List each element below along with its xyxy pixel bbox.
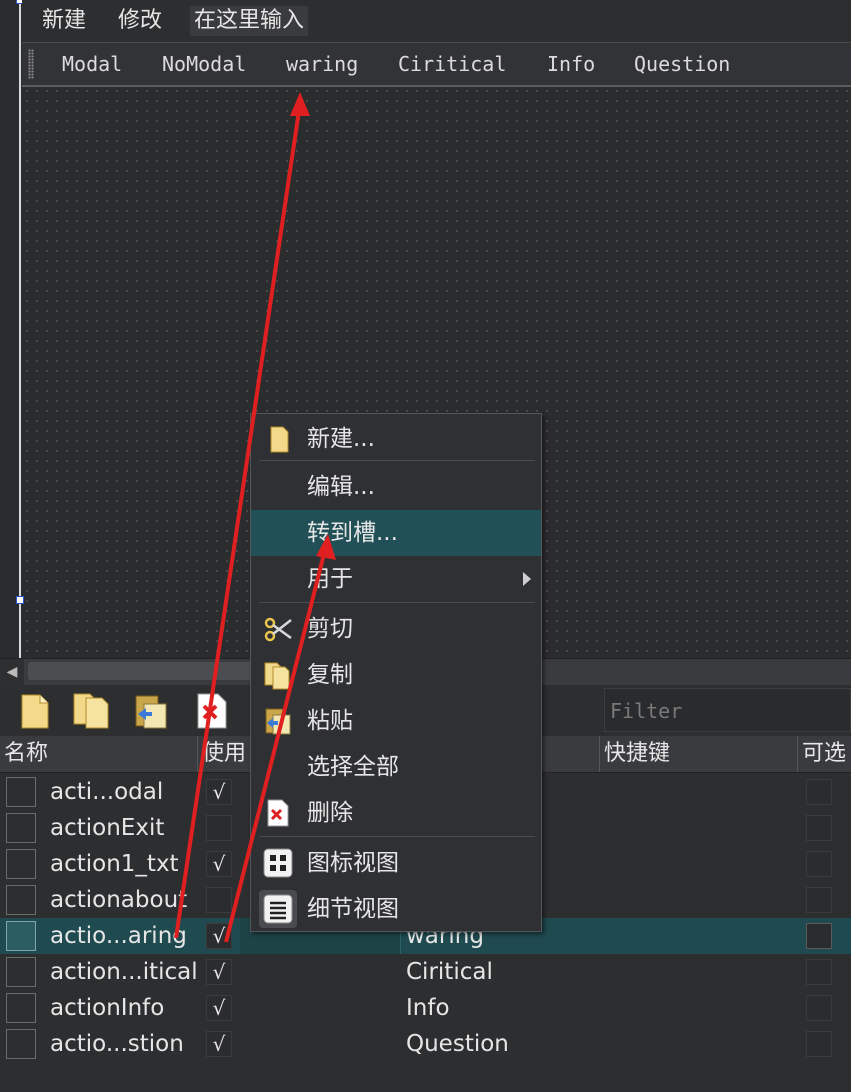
- menu-item-label: 剪切: [307, 616, 353, 642]
- toolbar-action-nomodal[interactable]: NoModal: [162, 52, 246, 76]
- action-icon-placeholder: [6, 885, 36, 915]
- new-file-icon[interactable]: [16, 692, 56, 730]
- checkable-checkbox[interactable]: [806, 959, 832, 985]
- menu-separator: [259, 460, 535, 461]
- action-name: actionInfo: [50, 995, 165, 1021]
- action-icon-placeholder: [6, 849, 36, 879]
- context-menu: 新建... 编辑... 转到槽... 用于 剪切 复制 粘贴 选择全部 删除 图…: [250, 413, 542, 932]
- used-checkbox[interactable]: √: [206, 995, 232, 1021]
- new-file-icon: [263, 424, 293, 454]
- menu-item-icon-view[interactable]: 图标视图: [251, 840, 541, 886]
- menu-type-here[interactable]: 在这里输入: [190, 6, 309, 36]
- scroll-left-arrow-icon[interactable]: ◀: [0, 659, 24, 685]
- toolbar-action-info[interactable]: Info: [547, 52, 595, 76]
- used-checkbox[interactable]: √: [206, 779, 232, 805]
- menu-item-label: 新建...: [307, 426, 375, 452]
- action-icon-placeholder: [6, 777, 36, 807]
- toolbar-action-waring[interactable]: waring: [286, 52, 358, 76]
- action-name: actionabout: [50, 887, 188, 913]
- filter-input[interactable]: Filter: [604, 688, 851, 732]
- toolbar-grip-handle[interactable]: [28, 49, 34, 79]
- menu-item-label: 选择全部: [307, 754, 399, 780]
- toolbar-action-question[interactable]: Question: [634, 52, 730, 76]
- menu-separator: [259, 836, 535, 837]
- used-checkbox[interactable]: √: [206, 1031, 232, 1057]
- action-name: action...itical: [50, 959, 198, 985]
- action-icon-placeholder: [6, 813, 36, 843]
- menu-item-label: 删除: [307, 800, 353, 826]
- form-border: [19, 0, 21, 658]
- menu-item-label: 用于: [307, 566, 353, 592]
- checkable-checkbox[interactable]: [806, 1031, 832, 1057]
- checkable-checkbox[interactable]: [806, 923, 832, 949]
- column-shortcut-header[interactable]: 快捷键: [600, 736, 798, 772]
- menu-item-cut[interactable]: 剪切: [251, 606, 541, 652]
- action-name: actionExit: [50, 815, 165, 841]
- action-text: Question: [406, 1031, 509, 1057]
- delete-icon: [263, 798, 293, 828]
- action-name: acti...odal: [50, 779, 164, 805]
- menu-modify[interactable]: 修改: [114, 6, 166, 36]
- action-text: Ciritical: [406, 959, 493, 985]
- menu-item-label: 粘贴: [307, 708, 353, 734]
- form-menubar: 新建 修改 在这里输入: [22, 0, 851, 42]
- action-icon-placeholder: [6, 993, 36, 1023]
- grid-view-icon: [263, 848, 293, 878]
- checkable-checkbox[interactable]: [806, 851, 832, 877]
- scissors-icon: [263, 614, 293, 644]
- menu-item-label: 复制: [307, 662, 353, 688]
- toolbar-action-ciritical[interactable]: Ciritical: [398, 52, 506, 76]
- action-name: actio...stion: [50, 1031, 184, 1057]
- toolbar-action-modal[interactable]: Modal: [62, 52, 122, 76]
- menu-item-detail-view[interactable]: 细节视图: [251, 886, 541, 932]
- menu-item-new[interactable]: 新建...: [251, 416, 541, 462]
- checkable-checkbox[interactable]: [806, 779, 832, 805]
- menu-item-label: 编辑...: [307, 474, 375, 500]
- table-row[interactable]: action...itical √ Ciritical: [0, 954, 851, 990]
- used-checkbox[interactable]: √: [206, 851, 232, 877]
- menu-item-paste[interactable]: 粘贴: [251, 698, 541, 744]
- table-row[interactable]: actionInfo √ Info: [0, 990, 851, 1026]
- menu-item-label: 细节视图: [307, 896, 399, 922]
- checkable-checkbox[interactable]: [806, 815, 832, 841]
- menu-item-delete[interactable]: 删除: [251, 790, 541, 836]
- action-icon-placeholder: [6, 957, 36, 987]
- menu-item-edit[interactable]: 编辑...: [251, 464, 541, 510]
- paste-icon: [263, 706, 293, 736]
- action-text: Info: [406, 995, 450, 1021]
- menu-item-goto-slot[interactable]: 转到槽...: [251, 510, 541, 556]
- copy-files-icon: [263, 660, 293, 690]
- menu-new[interactable]: 新建: [38, 6, 90, 36]
- resize-handle[interactable]: [16, 596, 24, 604]
- menu-item-select-all[interactable]: 选择全部: [251, 744, 541, 790]
- delete-icon[interactable]: [194, 692, 234, 730]
- menu-item-label: 图标视图: [307, 850, 399, 876]
- checkable-checkbox[interactable]: [806, 887, 832, 913]
- menu-item-label: 转到槽...: [307, 520, 398, 546]
- used-checkbox[interactable]: [206, 887, 232, 913]
- submenu-arrow-icon: [523, 572, 531, 586]
- action-name: action1_txt: [50, 851, 179, 877]
- menu-separator: [259, 602, 535, 603]
- action-icon-placeholder: [6, 1029, 36, 1059]
- checkable-checkbox[interactable]: [806, 995, 832, 1021]
- copy-files-icon[interactable]: [72, 692, 112, 730]
- used-checkbox[interactable]: √: [206, 923, 232, 949]
- column-name-header[interactable]: 名称: [0, 736, 198, 772]
- paste-icon[interactable]: [132, 692, 172, 730]
- used-checkbox[interactable]: [206, 815, 232, 841]
- used-checkbox[interactable]: √: [206, 959, 232, 985]
- table-row[interactable]: actio...stion √ Question: [0, 1026, 851, 1062]
- menu-item-copy[interactable]: 复制: [251, 652, 541, 698]
- form-toolbar: Modal NoModal waring Ciritical Info Ques…: [22, 42, 851, 87]
- menu-item-used-in[interactable]: 用于: [251, 556, 541, 602]
- column-checkable-header[interactable]: 可选: [798, 736, 851, 772]
- detail-list-icon: [259, 890, 297, 928]
- action-name: actio...aring: [50, 923, 187, 949]
- action-icon-placeholder: [6, 921, 36, 951]
